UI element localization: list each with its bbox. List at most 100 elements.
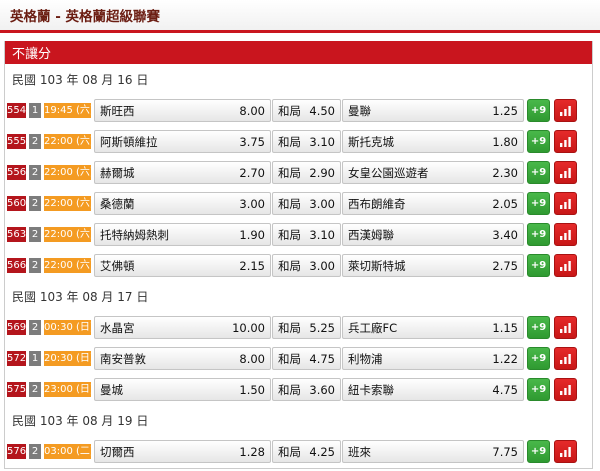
kickoff-time-badge: 22:00 (六): [44, 227, 91, 242]
home-odds-value: 3.00: [239, 196, 265, 211]
home-odds-button[interactable]: 斯旺西 8.00: [94, 99, 271, 122]
draw-odds-button[interactable]: 和局 4.50: [272, 99, 341, 122]
away-odds-value: 2.30: [492, 165, 518, 180]
match-id-badge: 569: [7, 320, 27, 335]
home-odds-button[interactable]: 水晶宮 10.00: [94, 316, 271, 339]
draw-odds-button[interactable]: 和局 3.00: [272, 192, 341, 215]
home-odds-button[interactable]: 曼城 1.50: [94, 378, 271, 401]
more-markets-label: +9: [530, 229, 547, 240]
home-team-name: 赫爾城: [100, 165, 135, 180]
kickoff-time-badge: 22:00 (六): [44, 196, 91, 211]
more-markets-label: +9: [530, 384, 547, 395]
draw-odds-button[interactable]: 和局 3.60: [272, 378, 341, 401]
home-odds-button[interactable]: 南安普敦 8.00: [94, 347, 271, 370]
match-number-badge: 1: [29, 351, 41, 366]
home-odds-button[interactable]: 桑德蘭 3.00: [94, 192, 271, 215]
home-odds-button[interactable]: 阿斯頓維拉 3.75: [94, 130, 271, 153]
match-number-badge: 2: [29, 320, 41, 335]
home-team-name: 阿斯頓維拉: [100, 134, 158, 149]
draw-odds-button[interactable]: 和局 4.75: [272, 347, 341, 370]
home-odds-value: 1.90: [239, 227, 265, 242]
date-heading: 民國 103 年 08 月 17 日: [5, 281, 592, 312]
home-odds-button[interactable]: 赫爾城 2.70: [94, 161, 271, 184]
stats-button[interactable]: [554, 99, 577, 122]
away-team-name: 斯托克城: [348, 134, 394, 149]
home-odds-value: 10.00: [232, 320, 265, 335]
away-odds-button[interactable]: 班來 7.75: [342, 440, 524, 463]
away-odds-button[interactable]: 西漢姆聯 3.40: [342, 223, 524, 246]
home-odds-button[interactable]: 托特納姆熱刺 1.90: [94, 223, 271, 246]
away-odds-button[interactable]: 女皇公園巡遊者 2.30: [342, 161, 524, 184]
draw-odds-value: 3.00: [309, 196, 335, 211]
away-odds-button[interactable]: 萊切斯特城 2.75: [342, 254, 524, 277]
kickoff-time-badge: 00:30 (日): [44, 320, 91, 335]
draw-odds-button[interactable]: 和局 2.90: [272, 161, 341, 184]
more-markets-button[interactable]: +9: [527, 192, 550, 215]
more-markets-button[interactable]: +9: [527, 316, 550, 339]
more-markets-label: +9: [530, 167, 547, 178]
stats-button[interactable]: [554, 316, 577, 339]
home-odds-button[interactable]: 艾佛頓 2.15: [94, 254, 271, 277]
stats-button[interactable]: [554, 254, 577, 277]
bar-chart-icon: [560, 446, 571, 457]
match-row: 575 2 23:00 (日) 曼城 1.50 和局 3.60 紐卡索聯 4.7…: [5, 374, 592, 405]
more-markets-button[interactable]: +9: [527, 378, 550, 401]
stats-button[interactable]: [554, 192, 577, 215]
match-number-badge: 2: [29, 165, 41, 180]
stats-button[interactable]: [554, 378, 577, 401]
away-odds-button[interactable]: 利物浦 1.22: [342, 347, 524, 370]
away-odds-value: 1.15: [492, 320, 518, 335]
draw-odds-button[interactable]: 和局 3.10: [272, 223, 341, 246]
stats-button[interactable]: [554, 130, 577, 153]
match-id-badge: 572: [7, 351, 27, 366]
away-odds-button[interactable]: 兵工廠FC 1.15: [342, 316, 524, 339]
away-team-name: 女皇公園巡遊者: [348, 165, 429, 180]
more-markets-label: +9: [530, 353, 547, 364]
more-markets-button[interactable]: +9: [527, 223, 550, 246]
home-team-name: 斯旺西: [100, 103, 135, 118]
draw-odds-button[interactable]: 和局 3.10: [272, 130, 341, 153]
stats-button[interactable]: [554, 347, 577, 370]
match-number-badge: 2: [29, 444, 41, 459]
stats-button[interactable]: [554, 440, 577, 463]
draw-odds-button[interactable]: 和局 4.25: [272, 440, 341, 463]
more-markets-button[interactable]: +9: [527, 347, 550, 370]
draw-label: 和局: [278, 103, 301, 118]
away-odds-button[interactable]: 西布朗維奇 2.05: [342, 192, 524, 215]
more-markets-button[interactable]: +9: [527, 161, 550, 184]
date-label: 民國 103 年 08 月 16 日: [12, 73, 149, 87]
away-team-name: 班來: [348, 444, 371, 459]
bar-chart-icon: [560, 260, 571, 271]
bar-chart-icon: [560, 167, 571, 178]
more-markets-button[interactable]: +9: [527, 99, 550, 122]
draw-odds-button[interactable]: 和局 5.25: [272, 316, 341, 339]
away-odds-button[interactable]: 斯托克城 1.80: [342, 130, 524, 153]
date-label: 民國 103 年 08 月 17 日: [12, 290, 149, 304]
away-odds-value: 1.25: [492, 103, 518, 118]
draw-odds-value: 4.75: [309, 351, 335, 366]
draw-odds-value: 3.60: [309, 382, 335, 397]
home-team-name: 艾佛頓: [100, 258, 135, 273]
match-number-badge: 2: [29, 258, 41, 273]
more-markets-label: +9: [530, 322, 547, 333]
draw-odds-value: 3.10: [309, 134, 335, 149]
home-odds-value: 3.75: [239, 134, 265, 149]
stats-button[interactable]: [554, 161, 577, 184]
away-team-name: 曼聯: [348, 103, 371, 118]
away-team-name: 萊切斯特城: [348, 258, 406, 273]
draw-label: 和局: [278, 258, 301, 273]
away-odds-button[interactable]: 曼聯 1.25: [342, 99, 524, 122]
kickoff-time-badge: 22:00 (六): [44, 134, 91, 149]
odds-panel: 不讓分 民國 103 年 08 月 16 日 554 1 19:45 (六) 斯…: [4, 41, 593, 469]
draw-odds-button[interactable]: 和局 3.00: [272, 254, 341, 277]
home-odds-button[interactable]: 切爾西 1.28: [94, 440, 271, 463]
stats-button[interactable]: [554, 223, 577, 246]
more-markets-button[interactable]: +9: [527, 130, 550, 153]
more-markets-button[interactable]: +9: [527, 254, 550, 277]
away-odds-button[interactable]: 紐卡索聯 4.75: [342, 378, 524, 401]
more-markets-button[interactable]: +9: [527, 440, 550, 463]
kickoff-time-badge: 20:30 (日): [44, 351, 91, 366]
away-team-name: 紐卡索聯: [348, 382, 394, 397]
away-odds-value: 4.75: [492, 382, 518, 397]
date-heading: 民國 103 年 08 月 19 日: [5, 405, 592, 436]
